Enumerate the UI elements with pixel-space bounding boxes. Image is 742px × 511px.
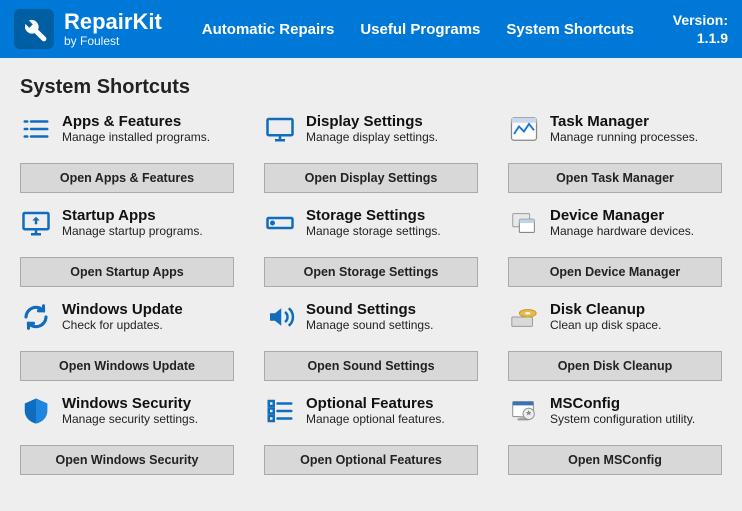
- card-desc: Check for updates.: [62, 318, 183, 332]
- card-title: Disk Cleanup: [550, 301, 661, 318]
- startup-icon: [20, 207, 52, 239]
- open-windows-security-button[interactable]: Open Windows Security: [20, 445, 234, 475]
- open-device-manager-button[interactable]: Open Device Manager: [508, 257, 722, 287]
- card-desc: System configuration utility.: [550, 412, 695, 426]
- card-title: Windows Security: [62, 395, 198, 412]
- device-manager-icon: [508, 207, 540, 239]
- card-desc: Manage display settings.: [306, 130, 438, 144]
- version-number: 1.1.9: [673, 29, 728, 47]
- page-title: System Shortcuts: [20, 76, 722, 99]
- card-msconfig: MSConfig System configuration utility. O…: [508, 395, 722, 475]
- task-manager-icon: [508, 113, 540, 145]
- card-title: Display Settings: [306, 113, 438, 130]
- card-optional-features: Optional Features Manage optional featur…: [264, 395, 478, 475]
- card-task-manager: Task Manager Manage running processes. O…: [508, 113, 722, 193]
- card-title: Storage Settings: [306, 207, 441, 224]
- open-task-manager-button[interactable]: Open Task Manager: [508, 163, 722, 193]
- card-title: MSConfig: [550, 395, 695, 412]
- card-title: Apps & Features: [62, 113, 210, 130]
- main-nav: Automatic Repairs Useful Programs System…: [202, 21, 634, 38]
- card-desc: Manage running processes.: [550, 130, 698, 144]
- open-disk-cleanup-button[interactable]: Open Disk Cleanup: [508, 351, 722, 381]
- open-startup-apps-button[interactable]: Open Startup Apps: [20, 257, 234, 287]
- card-title: Windows Update: [62, 301, 183, 318]
- version-label: Version:: [673, 11, 728, 29]
- open-storage-settings-button[interactable]: Open Storage Settings: [264, 257, 478, 287]
- nav-system-shortcuts[interactable]: System Shortcuts: [506, 21, 634, 38]
- card-device-manager: Device Manager Manage hardware devices. …: [508, 207, 722, 287]
- card-desc: Manage hardware devices.: [550, 224, 694, 238]
- card-desc: Manage storage settings.: [306, 224, 441, 238]
- card-title: Task Manager: [550, 113, 698, 130]
- card-title: Optional Features: [306, 395, 445, 412]
- card-title: Device Manager: [550, 207, 694, 224]
- shield-icon: [20, 395, 52, 427]
- app-name: RepairKit: [64, 10, 162, 34]
- card-windows-security: Windows Security Manage security setting…: [20, 395, 234, 475]
- open-sound-settings-button[interactable]: Open Sound Settings: [264, 351, 478, 381]
- msconfig-icon: [508, 395, 540, 427]
- card-display-settings: Display Settings Manage display settings…: [264, 113, 478, 193]
- update-icon: [20, 301, 52, 333]
- open-msconfig-button[interactable]: Open MSConfig: [508, 445, 722, 475]
- card-title: Startup Apps: [62, 207, 203, 224]
- card-disk-cleanup: Disk Cleanup Clean up disk space. Open D…: [508, 301, 722, 381]
- nav-useful-programs[interactable]: Useful Programs: [360, 21, 480, 38]
- open-optional-features-button[interactable]: Open Optional Features: [264, 445, 478, 475]
- card-desc: Manage installed programs.: [62, 130, 210, 144]
- app-subtitle: by Foulest: [64, 35, 162, 48]
- card-startup-apps: Startup Apps Manage startup programs. Op…: [20, 207, 234, 287]
- page-body: System Shortcuts Apps & Features Manage …: [0, 58, 742, 493]
- version-block: Version: 1.1.9: [673, 11, 728, 47]
- storage-icon: [264, 207, 296, 239]
- optional-features-icon: [264, 395, 296, 427]
- card-sound-settings: Sound Settings Manage sound settings. Op…: [264, 301, 478, 381]
- sound-icon: [264, 301, 296, 333]
- nav-automatic-repairs[interactable]: Automatic Repairs: [202, 21, 335, 38]
- app-header: RepairKit by Foulest Automatic Repairs U…: [0, 0, 742, 58]
- open-display-settings-button[interactable]: Open Display Settings: [264, 163, 478, 193]
- apps-list-icon: [20, 113, 52, 145]
- card-desc: Manage sound settings.: [306, 318, 433, 332]
- open-apps-features-button[interactable]: Open Apps & Features: [20, 163, 234, 193]
- card-desc: Manage security settings.: [62, 412, 198, 426]
- card-apps-features: Apps & Features Manage installed program…: [20, 113, 234, 193]
- app-title-block: RepairKit by Foulest: [64, 10, 162, 47]
- card-windows-update: Windows Update Check for updates. Open W…: [20, 301, 234, 381]
- shortcut-grid: Apps & Features Manage installed program…: [20, 113, 722, 475]
- card-title: Sound Settings: [306, 301, 433, 318]
- card-desc: Manage startup programs.: [62, 224, 203, 238]
- open-windows-update-button[interactable]: Open Windows Update: [20, 351, 234, 381]
- card-desc: Clean up disk space.: [550, 318, 661, 332]
- disk-cleanup-icon: [508, 301, 540, 333]
- monitor-icon: [264, 113, 296, 145]
- card-storage-settings: Storage Settings Manage storage settings…: [264, 207, 478, 287]
- app-logo-icon: [14, 9, 54, 49]
- card-desc: Manage optional features.: [306, 412, 445, 426]
